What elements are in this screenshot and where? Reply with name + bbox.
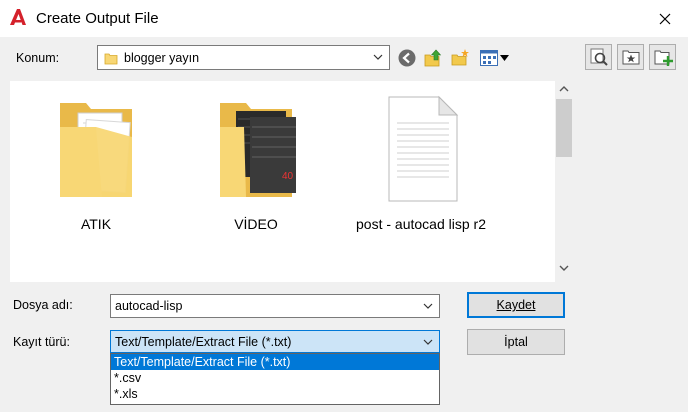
location-value: blogger yayın	[124, 51, 200, 65]
chevron-down-icon[interactable]	[423, 301, 433, 311]
file-name: post - autocad lisp r2	[356, 216, 486, 232]
filetype-label: Kayıt türü:	[13, 335, 70, 349]
file-name: VİDEO	[234, 216, 278, 232]
file-name: ATIK	[80, 216, 112, 232]
close-icon	[659, 13, 671, 24]
file-item-post[interactable]: post - autocad lisp r2	[346, 89, 496, 239]
caret-down-icon	[499, 55, 509, 61]
media-folder-icon: 40	[220, 103, 296, 197]
views-menu-button[interactable]	[477, 47, 511, 69]
up-folder-icon	[424, 49, 442, 67]
folder-icon	[104, 53, 118, 65]
file-list[interactable]: ATIK 40 VİDEO post - autocad lisp r2	[10, 81, 573, 282]
autocad-logo-icon	[10, 9, 26, 25]
add-to-favorites-button[interactable]	[649, 44, 676, 70]
view-grid-icon	[479, 50, 498, 66]
folder-icon	[60, 103, 132, 197]
svg-text:40: 40	[282, 171, 294, 182]
chevron-down-icon	[423, 339, 433, 345]
scroll-down-icon[interactable]	[559, 264, 569, 272]
search-web-button[interactable]	[585, 44, 612, 70]
search-icon	[590, 48, 608, 66]
text-document-icon	[388, 95, 459, 202]
filetype-option-txt[interactable]: Text/Template/Extract File (*.txt)	[111, 354, 439, 370]
filetype-options-list[interactable]: Text/Template/Extract File (*.txt) *.csv…	[110, 353, 440, 405]
back-arrow-icon	[398, 49, 416, 67]
cancel-button[interactable]: İptal	[467, 329, 565, 355]
back-button[interactable]	[396, 47, 418, 69]
chevron-down-icon	[373, 54, 383, 60]
filename-combobox[interactable]	[110, 294, 440, 318]
scrollbar-thumb[interactable]	[556, 99, 572, 157]
filetype-option-xls[interactable]: *.xls	[111, 386, 439, 402]
filetype-option-csv[interactable]: *.csv	[111, 370, 439, 386]
filename-input[interactable]	[115, 298, 405, 314]
filetype-value: Text/Template/Extract File (*.txt)	[115, 335, 292, 349]
file-item-atik[interactable]: ATIK	[21, 89, 171, 239]
favorites-folder-icon	[622, 50, 639, 65]
location-dropdown[interactable]: blogger yayın	[97, 45, 390, 70]
cancel-button-label: İptal	[504, 335, 528, 349]
location-label: Konum:	[16, 51, 60, 65]
save-button[interactable]: Kaydet	[467, 292, 565, 318]
file-list-scrollbar[interactable]	[555, 81, 573, 282]
title-bar: Create Output File	[0, 0, 688, 37]
save-button-label: Kaydet	[496, 298, 536, 312]
window-title: Create Output File	[36, 10, 159, 27]
file-item-video[interactable]: 40 VİDEO	[181, 89, 331, 239]
new-folder-icon	[451, 49, 469, 66]
favorites-button[interactable]	[617, 44, 644, 70]
close-button[interactable]	[642, 0, 688, 37]
new-folder-button[interactable]	[449, 47, 471, 69]
filetype-dropdown[interactable]: Text/Template/Extract File (*.txt)	[110, 330, 440, 353]
add-favorite-icon	[654, 50, 673, 66]
up-folder-button[interactable]	[422, 47, 444, 69]
scroll-up-icon[interactable]	[559, 85, 569, 93]
filename-label: Dosya adı:	[13, 298, 73, 312]
